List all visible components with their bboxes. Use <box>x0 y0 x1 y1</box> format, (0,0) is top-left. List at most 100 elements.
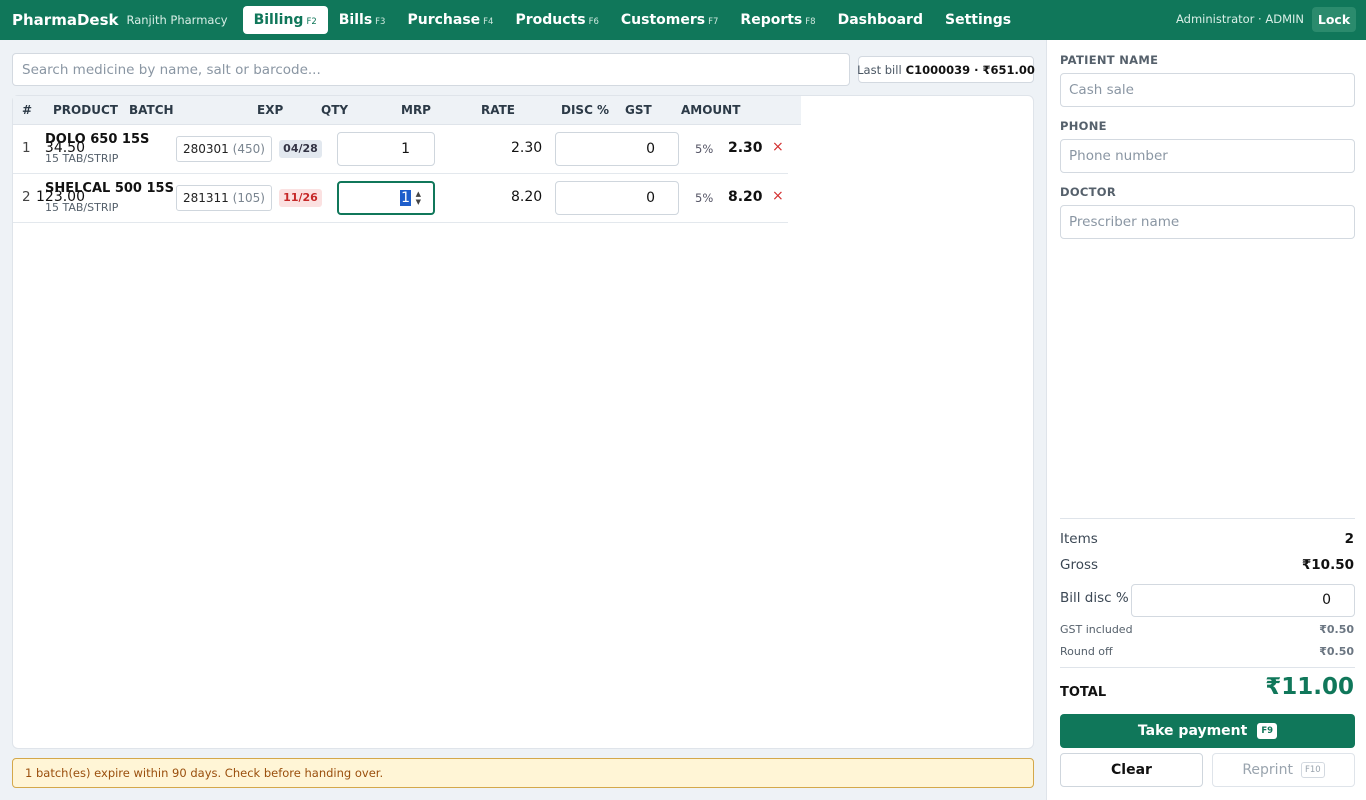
round-off-label: Round off <box>1060 645 1113 658</box>
bill-side-panel: PATIENT NAME PHONE DOCTOR Items 2 Gross … <box>1046 40 1366 800</box>
total-value: ₹11.00 <box>1265 674 1354 700</box>
patient-name-label: PATIENT NAME <box>1060 53 1159 67</box>
col-disc: DISC % <box>561 103 610 117</box>
batch-number: 280301 <box>183 142 229 156</box>
main-nav: Billing F2 Bills F3 Purchase F4 Products F6 … <box>242 0 1023 40</box>
last-bill-label: Last bill <box>857 62 902 77</box>
doctor-label: DOCTOR <box>1060 185 1117 199</box>
col-batch: BATCH <box>129 103 174 117</box>
table-row: 2 SHELCAL 500 15S 15 TAB/STRIP 281311 (1… <box>13 174 788 223</box>
discount-input[interactable]: 0 <box>555 181 679 215</box>
round-off-value: ₹0.50 <box>1319 645 1354 658</box>
expiry-warning-banner: 1 batch(es) expire within 90 days. Check… <box>12 758 1034 788</box>
take-payment-label: Take payment <box>1137 723 1248 739</box>
gst-included-label: GST included <box>1060 623 1133 636</box>
gst-rate: 5% <box>695 191 714 205</box>
nav-dashboard[interactable]: Dashboard <box>827 6 934 34</box>
nav-settings[interactable]: Settings <box>934 6 1022 34</box>
take-payment-button[interactable]: Take payment F9 <box>1060 714 1355 748</box>
reprint-button[interactable]: Reprint F10 <box>1212 753 1355 787</box>
nav-label: Billing <box>253 12 304 28</box>
bill-discount-input[interactable]: 0 <box>1131 584 1355 617</box>
shortcut-key: F10 <box>1300 762 1325 778</box>
discount-value: 0 <box>646 141 655 157</box>
batch-number: 281311 <box>183 191 229 205</box>
user-info: Administrator · ADMIN <box>1176 12 1304 26</box>
shortcut-key: F8 <box>805 17 816 27</box>
gross-value: ₹10.50 <box>1301 557 1354 573</box>
nav-billing[interactable]: Billing F2 <box>242 6 328 34</box>
qty-input[interactable]: 1 ▲ ▼ <box>337 181 435 215</box>
nav-bills[interactable]: Bills F3 <box>328 6 397 34</box>
discount-input[interactable]: 0 <box>555 132 679 166</box>
bill-discount-label: Bill disc % <box>1060 590 1129 606</box>
qty-value: 1 <box>400 190 411 206</box>
shortcut-key: F9 <box>1257 723 1278 739</box>
col-product: PRODUCT <box>53 103 118 117</box>
remove-item-icon[interactable]: × <box>772 188 784 204</box>
nav-label: Reports <box>740 12 803 28</box>
expiry-badge: 11/26 <box>279 189 322 207</box>
batch-select[interactable]: 281311 (105) <box>176 185 272 211</box>
shortcut-key: F6 <box>588 17 599 27</box>
shortcut-key: F4 <box>483 17 494 27</box>
gst-included-value: ₹0.50 <box>1319 623 1354 636</box>
doctor-input[interactable] <box>1060 205 1355 239</box>
qty-value: 1 <box>401 141 410 157</box>
items-count: 2 <box>1344 531 1354 547</box>
phone-input[interactable] <box>1060 139 1355 173</box>
shortcut-key: F2 <box>306 17 317 27</box>
total-divider <box>1060 667 1355 668</box>
bill-items-table: # PRODUCT BATCH EXP QTY MRP RATE DISC % … <box>12 95 1034 749</box>
col-num: # <box>22 103 33 117</box>
row-number: 1 <box>22 140 31 156</box>
nav-products[interactable]: Products F6 <box>504 6 609 34</box>
col-mrp: MRP <box>401 103 431 117</box>
batch-stock: (450) <box>232 142 265 156</box>
summary-divider <box>1060 518 1355 519</box>
row-number: 2 <box>22 189 31 205</box>
table-row: 1 DOLO 650 15S 15 TAB/STRIP 280301 (450)… <box>13 125 788 174</box>
discount-value: 0 <box>646 190 655 206</box>
bill-discount-value: 0 <box>1322 592 1331 608</box>
remove-item-icon[interactable]: × <box>772 139 784 155</box>
mrp-value: 123.00 <box>36 189 85 205</box>
line-amount: 2.30 <box>728 140 763 156</box>
nav-label: Settings <box>944 12 1012 28</box>
shop-name: Ranjith Pharmacy <box>126 13 228 27</box>
nav-label: Bills <box>338 12 373 28</box>
nav-label: Dashboard <box>837 12 923 28</box>
shortcut-key: F3 <box>375 17 386 27</box>
qty-input[interactable]: 1 <box>337 132 435 166</box>
col-exp: EXP <box>257 103 284 117</box>
nav-label: Customers <box>620 12 706 28</box>
phone-label: PHONE <box>1060 119 1107 133</box>
batch-stock: (105) <box>232 191 265 205</box>
col-rate: RATE <box>481 103 515 117</box>
total-label: TOTAL <box>1060 685 1107 700</box>
lock-button[interactable]: Lock <box>1312 7 1356 32</box>
line-amount: 8.20 <box>728 189 763 205</box>
mrp-value: 34.50 <box>44 140 85 156</box>
nav-label: Products <box>515 12 586 28</box>
last-bill-badge[interactable]: Last bill C1000039 · ₹651.00 <box>857 56 1035 83</box>
last-bill-value: C1000039 · ₹651.00 <box>905 62 1035 77</box>
patient-name-input[interactable] <box>1060 73 1355 107</box>
reprint-label: Reprint <box>1242 762 1293 778</box>
rate-value: 8.20 <box>511 189 543 205</box>
gross-label: Gross <box>1060 557 1099 573</box>
medicine-search-input[interactable] <box>12 53 850 86</box>
col-qty: QTY <box>321 103 349 117</box>
clear-button[interactable]: Clear <box>1060 753 1203 787</box>
rate-value: 2.30 <box>511 140 543 156</box>
col-gst: GST <box>625 103 652 117</box>
gst-rate: 5% <box>695 142 714 156</box>
table-header: # PRODUCT BATCH EXP QTY MRP RATE DISC % … <box>13 96 801 125</box>
nav-label: Purchase <box>407 12 481 28</box>
nav-reports[interactable]: Reports F8 <box>729 6 826 34</box>
batch-select[interactable]: 280301 (450) <box>176 136 272 162</box>
nav-customers[interactable]: Customers F7 <box>610 6 730 34</box>
qty-spinner-icon[interactable]: ▲ ▼ <box>416 190 421 206</box>
app-name: PharmaDesk <box>12 11 119 29</box>
nav-purchase[interactable]: Purchase F4 <box>396 6 504 34</box>
